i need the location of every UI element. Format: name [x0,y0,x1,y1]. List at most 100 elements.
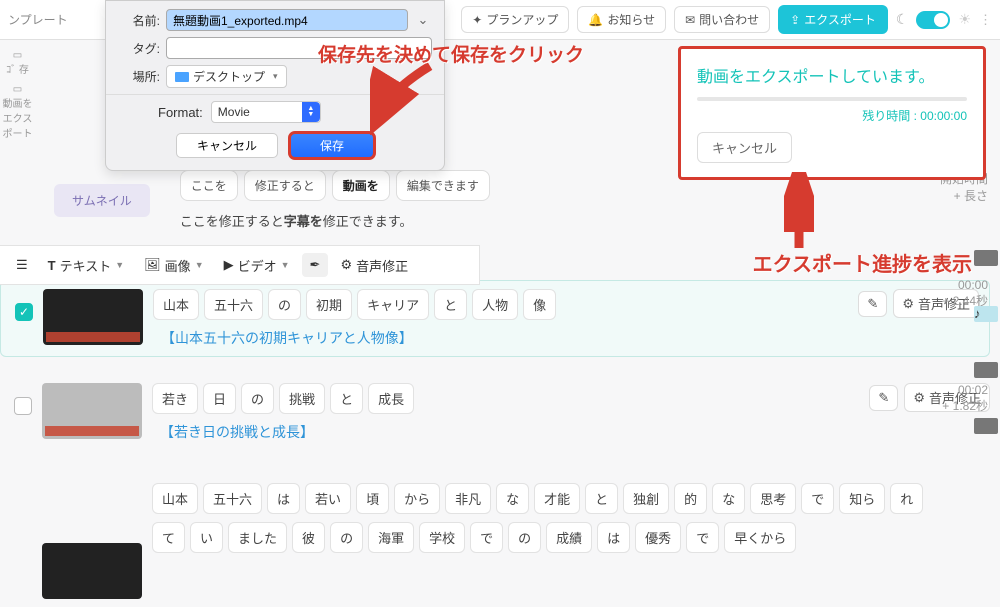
token[interactable]: な [496,483,529,514]
clip-thumbnail[interactable] [43,289,143,345]
token[interactable]: 初期 [306,289,352,320]
token[interactable]: 的 [674,483,707,514]
chip[interactable]: 修正すると [244,170,326,201]
tool-video[interactable]: ▶ビデオ▼ [216,252,298,279]
chevron-down-icon: ▼ [281,260,290,270]
tool-image[interactable]: 🖼画像▼ [136,252,211,279]
token[interactable]: の [268,289,301,320]
token[interactable]: は [267,483,300,514]
notifications-button[interactable]: 🔔お知らせ [577,6,666,33]
tool-audio-fix[interactable]: ⚙音声修正 [332,252,416,279]
sidebar-export-video[interactable]: ▭動画を エクスポート [0,84,35,140]
clip-thumbnail[interactable] [42,383,142,439]
thumbnail-chip[interactable]: サムネイル [54,184,150,217]
token[interactable]: 日 [203,383,236,414]
rail-thumb[interactable]: ♪ [974,306,998,322]
clip-thumbnail[interactable] [42,543,142,599]
chip[interactable]: 動画を [332,170,390,201]
token[interactable]: て [152,522,185,553]
token[interactable]: 成長 [368,383,414,414]
folder-icon [175,72,189,82]
token[interactable]: ました [228,522,287,553]
moon-icon: ☾ [896,11,909,28]
sidebar-save[interactable]: ▭ｺﾞ 存 [6,50,29,76]
token[interactable]: の [508,522,541,553]
token[interactable]: 山本 [153,289,199,320]
token[interactable]: と [434,289,467,320]
token[interactable]: い [190,522,223,553]
clip-caption[interactable]: 【若き日の挑戦と成長】 [160,422,859,442]
theme-toggle[interactable] [916,11,950,29]
token[interactable]: 優秀 [635,522,681,553]
clip-caption[interactable]: 【山本五十六の初期キャリアと人物像】 [161,328,848,348]
kebab-icon[interactable]: ⋮ [979,12,992,28]
export-button[interactable]: ⇪エクスポート [778,5,888,34]
token[interactable]: で [801,483,834,514]
bell-icon: 🔔 [588,13,603,27]
token[interactable]: 才能 [534,483,580,514]
rail-thumb[interactable] [974,250,998,266]
rail-thumb[interactable] [974,362,998,378]
template-tab[interactable]: ンプレート [8,11,68,28]
image-icon: 🖼 [144,257,161,273]
cancel-button[interactable]: キャンセル [176,133,278,158]
token[interactable]: 思考 [750,483,796,514]
arrow-icon [370,60,450,150]
token[interactable]: と [330,383,363,414]
token[interactable]: 像 [523,289,556,320]
export-title: 動画をエクスポートしています。 [697,63,967,87]
token[interactable]: 彼 [292,522,325,553]
token[interactable]: 知ら [839,483,885,514]
chevron-down-icon[interactable]: ⌄ [414,12,432,28]
export-progress-panel: 動画をエクスポートしています。 残り時間 : 00:00:00 キャンセル [678,46,986,180]
subtitle-hint: ここを修正すると字幕を修正できます。 [180,211,490,230]
location-select[interactable]: デスクトップ ▾ [166,65,287,88]
pencil-icon: ✎ [878,390,889,406]
token[interactable]: で [470,522,503,553]
token[interactable]: と [585,483,618,514]
token[interactable]: 若い [305,483,351,514]
token[interactable]: で [686,522,719,553]
token[interactable]: 人物 [472,289,518,320]
token[interactable]: 成績 [546,522,592,553]
tool-text[interactable]: Tテキスト▼ [40,252,133,279]
chip[interactable]: 編集できます [396,170,490,201]
popup-arrows-icon: ▾ [273,71,278,82]
save-button[interactable]: 保存 [290,133,374,158]
chip[interactable]: ここを [180,170,238,201]
token[interactable]: の [330,522,363,553]
token[interactable]: 若き [152,383,198,414]
token[interactable]: 五十六 [203,483,262,514]
token[interactable]: 早くから [724,522,796,553]
token[interactable]: の [241,383,274,414]
pencil-icon: ✎ [867,296,878,312]
tool-marker[interactable]: ✒ [302,253,329,277]
contact-button[interactable]: ✉問い合わせ [674,6,770,33]
filename-input[interactable] [166,9,408,31]
edit-button[interactable]: ✎ [858,291,887,317]
token[interactable]: は [597,522,630,553]
token[interactable]: 学校 [419,522,465,553]
token[interactable]: 山本 [152,483,198,514]
plan-up-button[interactable]: ✦プランアップ [461,6,569,33]
token[interactable]: 非凡 [445,483,491,514]
token[interactable]: 五十六 [204,289,263,320]
annotation-text: エクスポート進捗を表示 [753,248,972,277]
format-select[interactable]: Movie ▲▼ [211,101,321,123]
location-value: デスクトップ [193,68,265,85]
token[interactable]: から [394,483,440,514]
clip-checkbox[interactable]: ✓ [15,303,33,321]
tool-menu[interactable]: ☰ [8,253,36,277]
left-sidebar: ▭ｺﾞ 存 ▭動画を エクスポート [0,40,35,140]
token[interactable]: 挑戦 [279,383,325,414]
token[interactable]: 海軍 [368,522,414,553]
token[interactable]: な [712,483,745,514]
token[interactable]: キャリア [357,289,429,320]
sliders-icon: ⚙ [340,257,352,273]
edit-toolbar: ☰ Tテキスト▼ 🖼画像▼ ▶ビデオ▼ ✒ ⚙音声修正 [0,245,480,285]
rail-thumb[interactable] [974,418,998,434]
clip-checkbox[interactable] [14,397,32,415]
export-cancel-button[interactable]: キャンセル [697,132,792,163]
token[interactable]: 独創 [623,483,669,514]
token[interactable]: 頃 [356,483,389,514]
